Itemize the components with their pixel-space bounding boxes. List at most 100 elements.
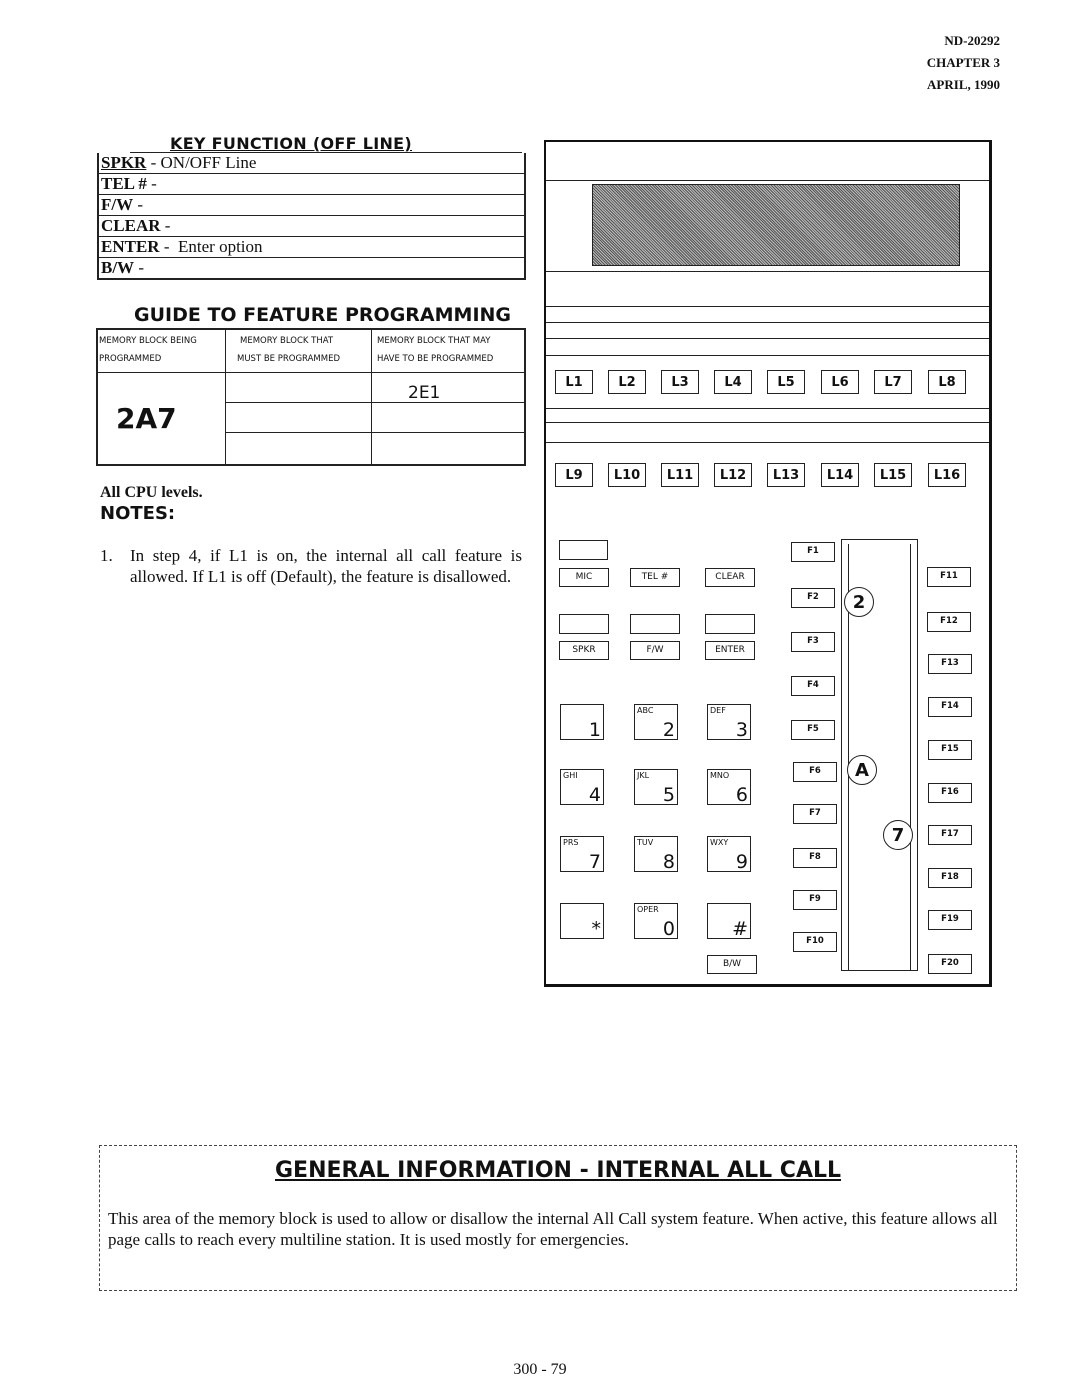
key-digit: 5 [662,784,675,806]
key-description: ON/OFF Line [160,153,257,172]
cpu-levels: All CPU levels. [100,484,203,501]
key-f16[interactable]: F16 [928,783,972,803]
line-key-l6[interactable]: L6 [821,370,859,394]
key-spkr[interactable]: SPKR [559,641,609,660]
note-text: In step 4, if L1 is on, the internal all… [130,546,522,586]
line-key-l9[interactable]: L9 [555,463,593,487]
key-separator: - [159,237,178,256]
lamp-indicator [559,540,608,560]
key-clear[interactable]: CLEAR [705,568,755,587]
key-f10[interactable]: F10 [793,932,837,952]
line-key-l12[interactable]: L12 [714,463,752,487]
key-f19[interactable]: F19 [928,910,972,930]
key-digit: 0 [662,918,675,940]
line-key-l13[interactable]: L13 [767,463,805,487]
key-f12[interactable]: F12 [927,612,971,632]
divider [546,422,989,423]
key-letters: WXY [710,838,729,847]
divider [546,322,989,323]
key-f7[interactable]: F7 [793,804,837,824]
key-f4[interactable]: F4 [791,676,835,696]
dial-key[interactable]: WXY 9 [707,836,751,873]
key-f14[interactable]: F14 [928,697,972,717]
dial-key[interactable]: ABC 2 [634,704,678,741]
divider [546,442,989,443]
key-f5[interactable]: F5 [791,720,835,740]
key-f3[interactable]: F3 [791,632,835,652]
document-header: ND-20292 CHAPTER 3 APRIL, 1990 [927,30,1000,96]
key-f2[interactable]: F2 [791,588,835,608]
key-function-title: KEY FUNCTION (OFF LINE) [170,134,412,153]
general-information-title: GENERAL INFORMATION - INTERNAL ALL CALL [100,1158,1016,1183]
key-function-table: SPKR - ON/OFF Line TEL # - F/W - CLEAR - … [97,153,526,280]
key-f18[interactable]: F18 [928,868,972,888]
key-f20[interactable]: F20 [928,954,972,974]
dial-key[interactable]: OPER 0 [634,903,678,940]
line-key-l10[interactable]: L10 [608,463,646,487]
key-f11[interactable]: F11 [927,567,971,587]
key-letters: MNO [710,771,730,780]
dial-key[interactable]: 1 [560,704,604,741]
line-key-l16[interactable]: L16 [928,463,966,487]
block-programmed: 2A7 [116,402,177,435]
line-key-l4[interactable]: L4 [714,370,752,394]
key-function-row: F/W - [99,195,524,216]
line-key-l2[interactable]: L2 [608,370,646,394]
dial-key[interactable]: # [707,903,751,940]
divider [546,271,989,272]
lamp-indicator [705,614,755,634]
notes-title: NOTES: [100,503,176,524]
key-mic[interactable]: MIC [559,568,609,587]
line-key-l15[interactable]: L15 [874,463,912,487]
general-information-body: This area of the memory block is used to… [108,1209,998,1249]
dial-key[interactable]: JKL 5 [634,769,678,806]
dial-key[interactable]: PRS 7 [560,836,604,873]
dial-key[interactable]: DEF 3 [707,704,751,741]
key-f8[interactable]: F8 [793,848,837,868]
line-key-l3[interactable]: L3 [661,370,699,394]
guide-header-1b: PROGRAMMED [99,354,162,364]
note-item: 1. In step 4, if L1 is on, the internal … [100,545,522,587]
guide-table: MEMORY BLOCK BEING PROGRAMMED MEMORY BLO… [96,328,526,466]
step-marker-2: 2 [844,587,874,617]
key-digit: * [591,918,602,940]
line-key-l14[interactable]: L14 [821,463,859,487]
key-enter[interactable]: ENTER [705,641,755,660]
key-f9[interactable]: F9 [793,890,837,910]
lamp-indicator [559,614,609,634]
step-marker-7: 7 [883,820,913,850]
key-name: ENTER [101,237,160,256]
divider [546,306,989,307]
line-key-l1[interactable]: L1 [555,370,593,394]
key-name: SPKR [101,153,147,172]
key-name: TEL # [101,174,147,193]
key-separator: - [133,195,148,214]
dial-key[interactable]: MNO 6 [707,769,751,806]
line-key-l7[interactable]: L7 [874,370,912,394]
key-bw[interactable]: B/W [707,955,757,974]
key-f6[interactable]: F6 [793,762,837,782]
line-key-l5[interactable]: L5 [767,370,805,394]
line-key-l8[interactable]: L8 [928,370,966,394]
key-f13[interactable]: F13 [928,654,972,674]
dial-key[interactable]: TUV 8 [634,836,678,873]
line-key-l11[interactable]: L11 [661,463,699,487]
key-separator: - [160,216,175,235]
divider [546,355,989,356]
key-f1[interactable]: F1 [791,542,835,562]
divider [546,408,989,409]
key-letters: TUV [637,838,654,847]
key-function-row: ENTER - Enter option [99,237,524,258]
step-marker-a: A [847,755,877,785]
key-letters: ABC [637,706,654,715]
key-function-row: B/W - [99,258,524,278]
key-f17[interactable]: F17 [928,825,972,845]
dial-key[interactable]: * [560,903,604,940]
dial-key[interactable]: GHI 4 [560,769,604,806]
guide-header-2b: MUST BE PROGRAMMED [237,354,341,364]
key-tel[interactable]: TEL # [630,568,680,587]
key-f15[interactable]: F15 [928,740,972,760]
page-number: 300 - 79 [513,1361,567,1378]
key-fw[interactable]: F/W [630,641,680,660]
key-letters: DEF [710,706,726,715]
